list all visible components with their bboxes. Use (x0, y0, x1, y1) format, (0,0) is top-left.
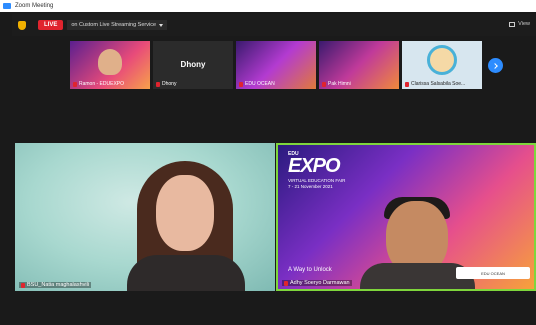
mic-muted-icon (239, 81, 243, 87)
participant-thumbnail[interactable]: Clarissa Salsabila Soe... (402, 41, 482, 89)
mic-muted-icon (21, 282, 25, 288)
chevron-right-icon (491, 62, 498, 69)
participant-name: Ramon - EDUEXPO (79, 81, 125, 87)
slide-text: A Way to Unlock (288, 267, 332, 273)
thumbnail-strip: Ramon - EDUEXPO Dhony Dhony EDU OCEAN Pa… (70, 41, 482, 89)
shield-icon[interactable] (18, 20, 26, 30)
streaming-label: on Custom Live Streaming Service (71, 22, 157, 28)
slide-subtitle: VIRTUAL EDUCATION FAIR (288, 178, 346, 183)
top-bar: LIVE on Custom Live Streaming Service Vi… (12, 14, 536, 36)
participant-face (156, 175, 214, 251)
participant-thumbnail[interactable]: Pak Himni (319, 41, 399, 89)
mic-muted-icon (322, 81, 326, 87)
participant-name: EDU OCEAN (245, 81, 275, 87)
sponsor-logos: EDU OCEAN (456, 267, 530, 279)
video-tile-active-speaker[interactable]: EDU EXPO VIRTUAL EDUCATION FAIR 7 - 21 N… (276, 143, 536, 291)
participant-name: Adhy Soeryo Darmawan (290, 280, 350, 286)
participant-display-name: Dhony (180, 60, 206, 69)
grid-icon (509, 21, 516, 27)
participant-thumbnail[interactable]: Dhony Dhony (153, 41, 233, 89)
next-page-button[interactable] (488, 58, 503, 73)
title-bar: Zoom Meeting (0, 0, 536, 12)
slide-title: EXPO (288, 155, 341, 177)
view-label: View (518, 21, 530, 27)
mic-muted-icon (73, 81, 77, 87)
zoom-icon (3, 3, 11, 9)
slide-date: 7 - 21 November 2021 (288, 184, 333, 189)
participant-name: Clarissa Salsabila Soe... (411, 81, 466, 87)
live-badge[interactable]: LIVE (38, 20, 64, 30)
chevron-down-icon (159, 23, 164, 27)
mic-muted-icon (405, 81, 409, 87)
participant-name: BSU_Natia maghalashvili (27, 282, 90, 288)
avatar (427, 45, 457, 75)
mic-muted-icon (284, 280, 288, 286)
participant-thumbnail[interactable]: Ramon - EDUEXPO (70, 41, 150, 89)
participant-name: Dhony (162, 81, 177, 87)
view-button[interactable]: View (509, 21, 530, 27)
participant-name: Pak Himni (328, 81, 351, 87)
participant-thumbnail[interactable]: EDU OCEAN (236, 41, 316, 89)
participant-body (127, 255, 245, 291)
streaming-dropdown[interactable]: on Custom Live Streaming Service (67, 20, 168, 30)
window-title: Zoom Meeting (15, 3, 54, 9)
mic-muted-icon (156, 81, 160, 87)
participant-video (98, 49, 122, 75)
video-tile-left[interactable]: BSU_Natia maghalashvili (15, 143, 275, 291)
